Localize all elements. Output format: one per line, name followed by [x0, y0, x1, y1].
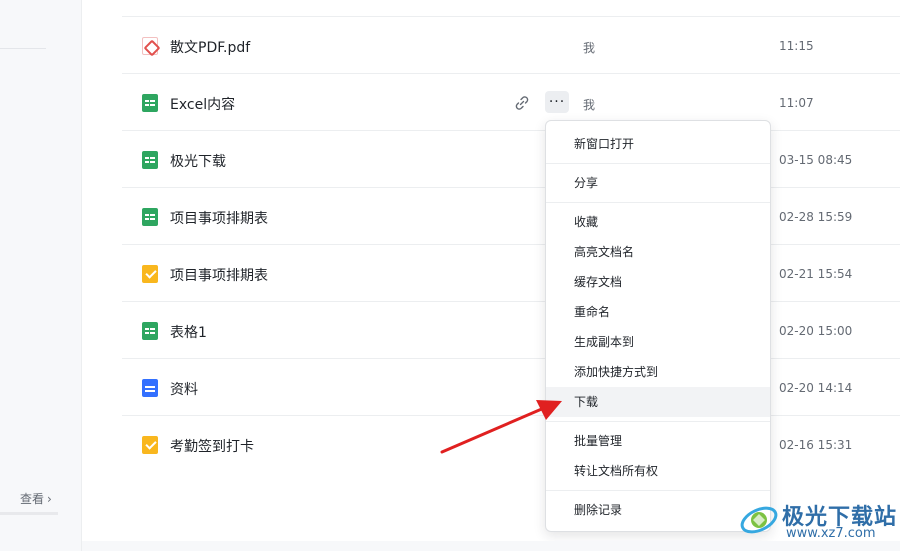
site-watermark: 极光下载站 www.xz7.com — [738, 496, 898, 542]
bottom-bar — [82, 541, 900, 551]
menu-separator — [546, 202, 770, 203]
menu-item-highlight-name[interactable]: 高亮文档名 — [546, 237, 770, 267]
watermark-logo-icon — [740, 506, 778, 534]
file-name[interactable]: 项目事项排期表 — [170, 208, 268, 228]
doc-file-icon — [142, 379, 158, 397]
menu-item-make-copy[interactable]: 生成副本到 — [546, 327, 770, 357]
view-more-label: 查看 — [20, 492, 45, 506]
menu-item-download[interactable]: 下载 — [546, 387, 770, 417]
file-row[interactable]: Excel内容 ··· 我 11:07 — [122, 74, 900, 131]
file-row[interactable]: 极光下载 03-15 08:45 — [122, 131, 900, 188]
link-icon[interactable] — [514, 95, 530, 111]
sheet-file-icon — [142, 208, 158, 226]
file-name[interactable]: 资料 — [170, 379, 198, 399]
menu-separator — [546, 163, 770, 164]
sheet-file-icon — [142, 322, 158, 340]
file-row[interactable]: 散文PDF.pdf 我 11:15 — [122, 17, 900, 74]
sidebar-divider — [0, 48, 46, 49]
pdf-file-icon — [142, 37, 158, 55]
file-row[interactable]: 项目事项排期表 02-28 15:59 — [122, 188, 900, 245]
sidebar-scrollbar[interactable] — [0, 512, 58, 515]
file-owner: 我 — [583, 41, 596, 55]
file-name[interactable]: Excel内容 — [170, 94, 235, 114]
menu-item-transfer-ownership[interactable]: 转让文档所有权 — [546, 456, 770, 486]
sheet-file-icon — [142, 94, 158, 112]
file-name[interactable]: 散文PDF.pdf — [170, 37, 250, 57]
file-time: 03-15 08:45 — [779, 153, 853, 167]
file-name[interactable]: 极光下载 — [170, 151, 226, 171]
file-time: 02-20 15:00 — [779, 324, 853, 338]
task-file-icon — [142, 265, 158, 283]
task-file-icon — [142, 436, 158, 454]
menu-separator — [546, 421, 770, 422]
sidebar: 查看 › — [0, 0, 82, 551]
menu-item-open-new-window[interactable]: 新窗口打开 — [546, 129, 770, 159]
file-time: 11:15 — [779, 39, 814, 53]
more-options-button[interactable]: ··· — [545, 91, 569, 113]
file-time: 11:07 — [779, 96, 814, 110]
file-name[interactable]: 考勤签到打卡 — [170, 436, 254, 456]
file-time: 02-28 15:59 — [779, 210, 853, 224]
file-time: 02-16 15:31 — [779, 438, 853, 452]
menu-item-delete-record[interactable]: 删除记录 — [546, 495, 770, 525]
menu-separator — [546, 490, 770, 491]
menu-item-batch-manage[interactable]: 批量管理 — [546, 426, 770, 456]
red-arrow-annotation — [440, 400, 562, 454]
menu-item-rename[interactable]: 重命名 — [546, 297, 770, 327]
menu-item-favorite[interactable]: 收藏 — [546, 207, 770, 237]
chevron-right-icon: › — [47, 491, 52, 506]
file-time: 02-21 15:54 — [779, 267, 853, 281]
view-more-link[interactable]: 查看 › — [20, 490, 52, 507]
sheet-file-icon — [142, 151, 158, 169]
menu-item-cache-doc[interactable]: 缓存文档 — [546, 267, 770, 297]
file-row[interactable]: 表格1 02-20 15:00 — [122, 302, 900, 359]
watermark-url: www.xz7.com — [786, 526, 876, 541]
file-time: 02-20 14:14 — [779, 381, 853, 395]
file-row[interactable]: 项目事项排期表 02-21 15:54 — [122, 245, 900, 302]
file-name[interactable]: 项目事项排期表 — [170, 265, 268, 285]
context-menu: 新窗口打开 分享 收藏 高亮文档名 缓存文档 重命名 生成副本到 添加快捷方式到… — [545, 120, 771, 532]
file-owner: 我 — [583, 98, 596, 112]
menu-item-add-shortcut[interactable]: 添加快捷方式到 — [546, 357, 770, 387]
file-name[interactable]: 表格1 — [170, 322, 207, 342]
menu-item-share[interactable]: 分享 — [546, 168, 770, 198]
